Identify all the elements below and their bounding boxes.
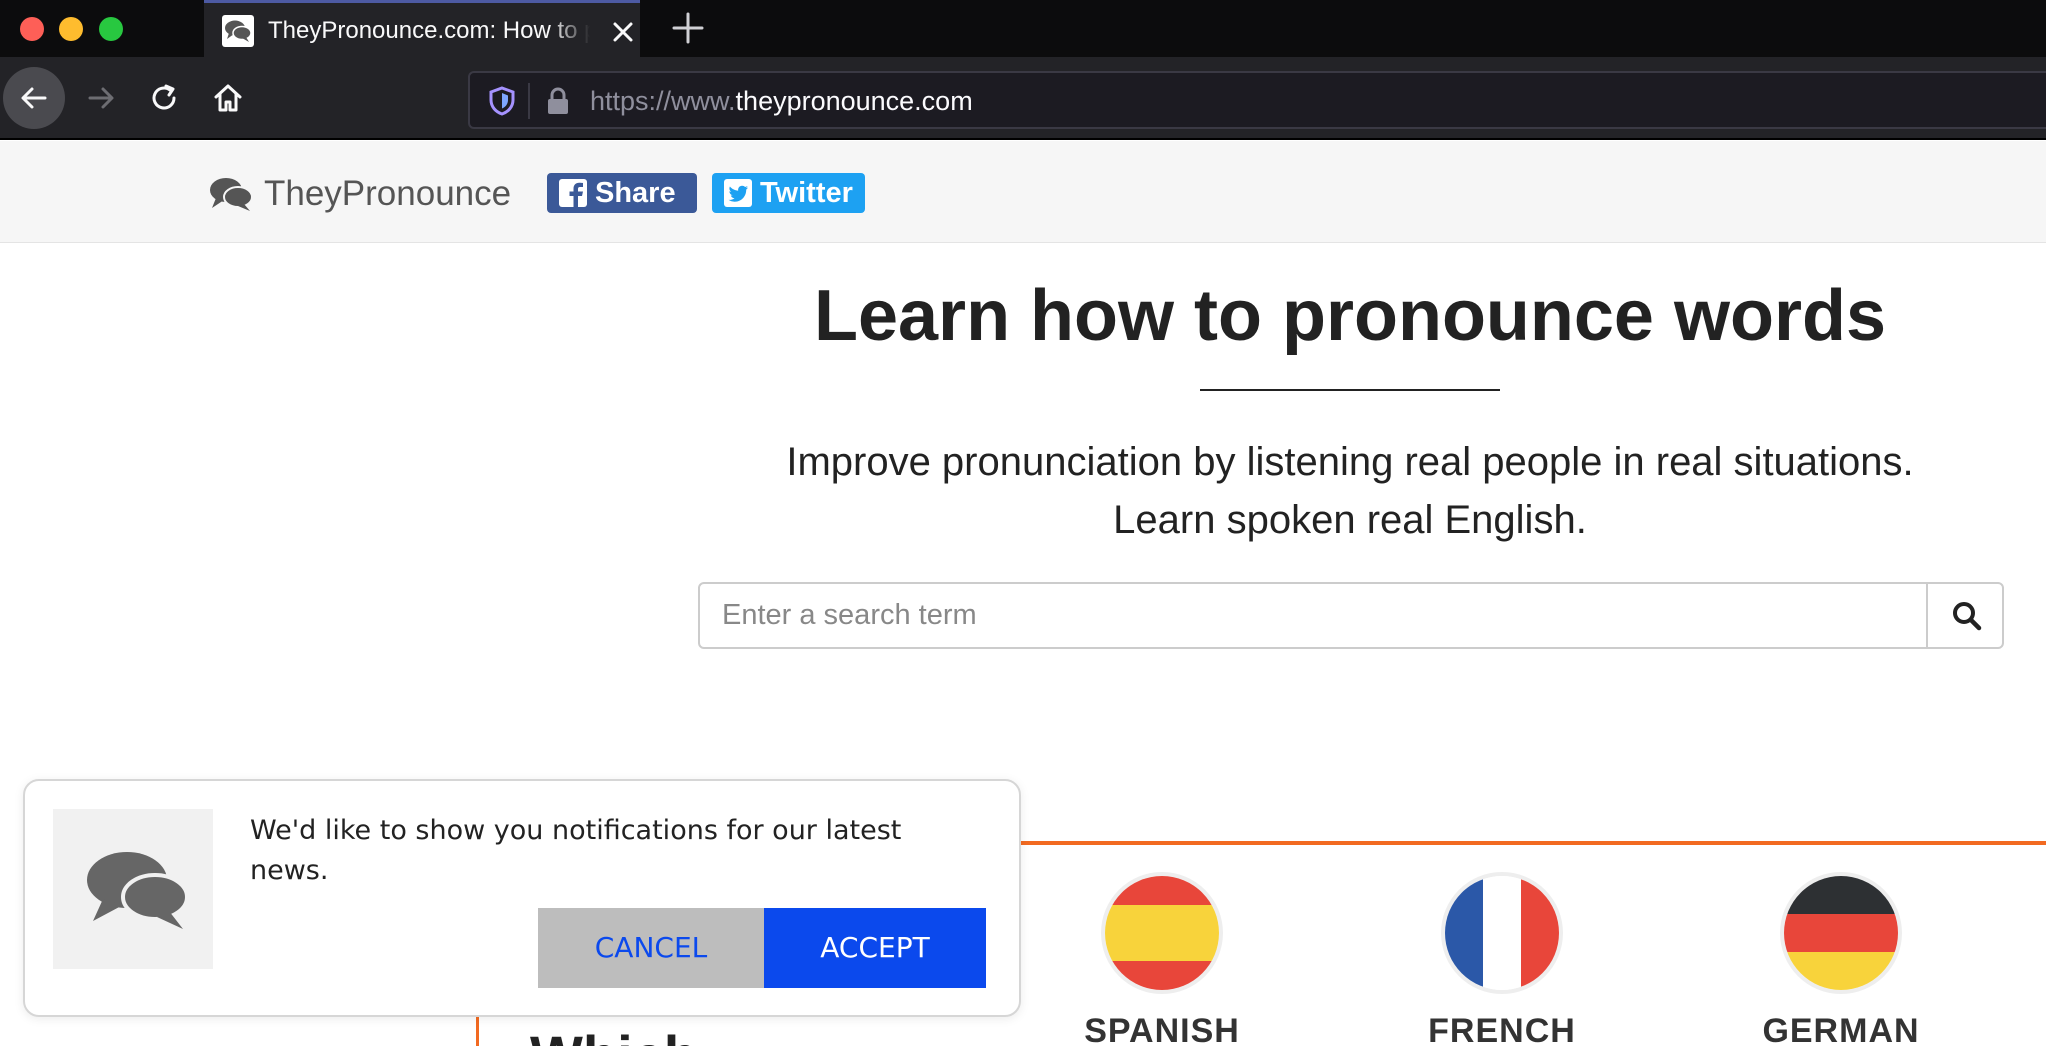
home-icon [214, 84, 242, 112]
url-bar-separator [528, 83, 530, 119]
title-divider [1200, 389, 1500, 391]
reload-icon [152, 84, 176, 110]
search-button[interactable] [1926, 584, 2002, 647]
browser-tab-bar: TheyPronounce.com: How to pronounce [0, 0, 2046, 57]
language-label: SPANISH [1084, 1012, 1240, 1046]
twitter-label: Twitter [760, 177, 853, 209]
language-label: FRENCH [1428, 1012, 1576, 1046]
language-spanish-link[interactable]: SPANISH [1062, 876, 1262, 1046]
url-bar[interactable]: https://www.theypronounce.com [468, 71, 2046, 129]
home-button[interactable] [197, 67, 259, 129]
brand-logo-link[interactable]: TheyPronounce [208, 173, 511, 215]
url-text[interactable]: https://www.theypronounce.com [590, 85, 973, 117]
language-german-link[interactable]: GERMAN [1741, 876, 1941, 1046]
arrow-right-icon [88, 87, 114, 109]
notification-site-icon [53, 809, 213, 969]
window-zoom-button[interactable] [99, 17, 123, 41]
site-favicon-icon [222, 15, 254, 47]
hero-subtitle-line1: Improve pronunciation by listening real … [786, 440, 1914, 484]
tab-close-icon[interactable] [606, 15, 640, 49]
brand-name: TheyPronounce [264, 174, 512, 213]
back-button[interactable] [3, 67, 65, 129]
search-input[interactable] [700, 584, 1926, 647]
url-prefix: https://www. [590, 86, 736, 116]
hero-subtitle-line2: Learn spoken real English. [1113, 498, 1587, 542]
window-minimize-button[interactable] [59, 17, 83, 41]
france-flag-icon [1445, 876, 1559, 990]
accept-button[interactable]: ACCEPT [764, 908, 986, 988]
arrow-left-icon [21, 87, 47, 109]
twitter-bird-icon [724, 179, 752, 207]
reload-button[interactable] [133, 67, 195, 129]
page-title: Learn how to pronounce words [813, 276, 1887, 356]
facebook-share-button[interactable]: Share [547, 173, 697, 213]
tab-title: TheyPronounce.com: How to pronounce [268, 16, 590, 46]
browser-tab-active[interactable]: TheyPronounce.com: How to pronounce [204, 0, 640, 57]
section-heading: Which [530, 1026, 698, 1046]
cancel-button[interactable]: CANCEL [538, 908, 764, 988]
search-icon [1953, 602, 1982, 631]
language-french-link[interactable]: FRENCH [1402, 876, 1602, 1046]
forward-button[interactable] [70, 67, 132, 129]
speech-bubbles-icon [210, 178, 253, 211]
germany-flag-icon [1784, 876, 1898, 990]
twitter-share-button[interactable]: Twitter [712, 173, 865, 213]
language-label: GERMAN [1762, 1012, 1920, 1046]
site-header: TheyPronounce Share Twitter [0, 141, 2046, 243]
lock-icon[interactable] [544, 85, 572, 117]
share-label: Share [595, 177, 676, 209]
speech-bubbles-icon [87, 852, 189, 929]
spain-flag-icon [1105, 876, 1219, 990]
facebook-icon [559, 179, 587, 207]
browser-nav-bar: https://www.theypronounce.com [0, 57, 2046, 140]
tracking-protection-shield-icon[interactable] [488, 86, 516, 116]
url-domain: theypronounce.com [735, 86, 973, 116]
search-form [698, 582, 2004, 649]
notification-prompt: We'd like to show you notifications for … [23, 779, 1021, 1017]
new-tab-plus-icon[interactable] [668, 8, 708, 48]
window-close-button[interactable] [20, 17, 44, 41]
notification-message: We'd like to show you notifications for … [250, 815, 902, 886]
